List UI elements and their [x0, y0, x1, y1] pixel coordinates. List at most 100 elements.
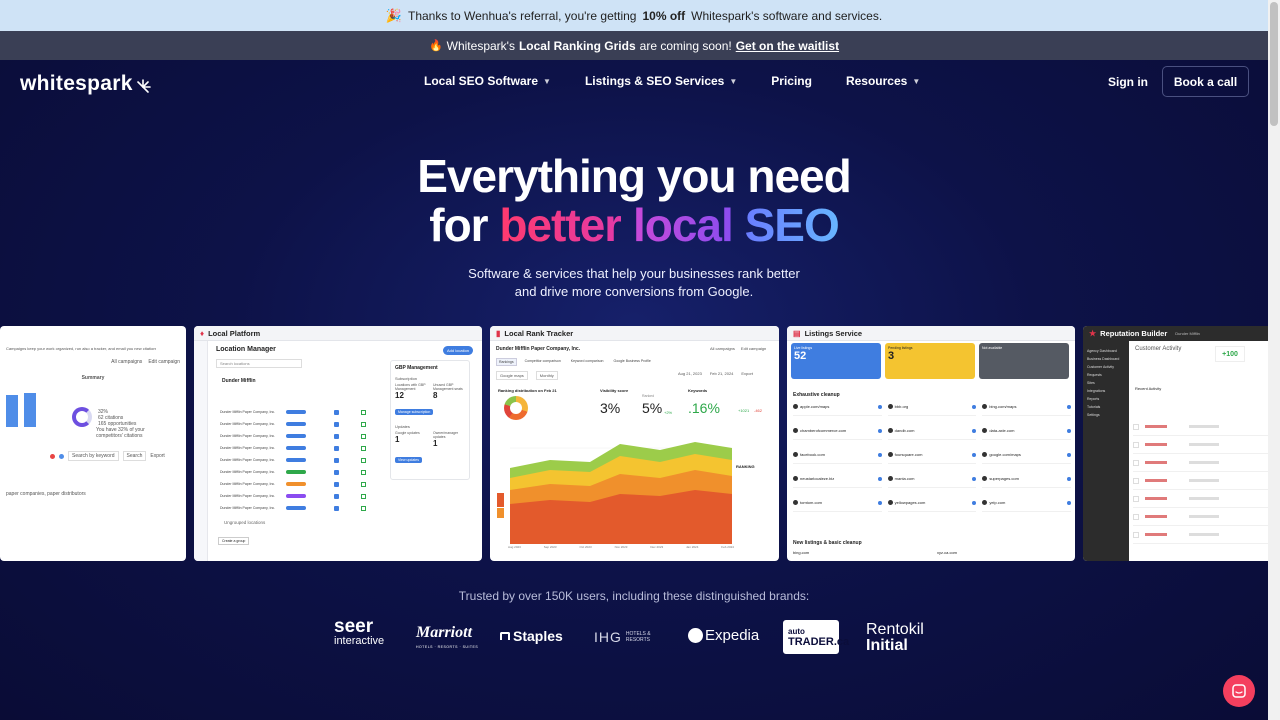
card-rank-tracker[interactable]: ▮ Local Rank Tracker Dunder Mifflin Pape… — [490, 326, 779, 561]
listing-site[interactable]: yelp.com — [982, 500, 1071, 512]
campaign-search-input[interactable]: Search by keyword — [68, 451, 119, 461]
date-to[interactable]: Feb 21, 2024 — [710, 371, 734, 376]
tracker-company[interactable]: Dunder Mifflin Paper Company, Inc. — [496, 346, 580, 352]
location-row[interactable]: Dunder Mifflin Paper Company, Inc. — [220, 442, 370, 454]
listing-site[interactable]: facebook.com — [793, 452, 882, 464]
stat-value: 52 — [794, 350, 807, 362]
activity-name-bar — [1145, 497, 1167, 500]
tracker-tab[interactable]: Competitor comparison — [523, 358, 563, 366]
filter-all-campaigns[interactable]: All campaigns — [710, 346, 735, 351]
status-dot-blue — [59, 453, 64, 459]
sign-in-link[interactable]: Sign in — [1108, 75, 1148, 89]
period-select[interactable]: Monthly — [535, 371, 558, 380]
check-icon — [361, 481, 366, 487]
reputation-nav-item[interactable]: Settings — [1087, 413, 1125, 421]
site-logo-icon — [793, 404, 798, 409]
activity-name-bar — [1145, 515, 1167, 518]
reputation-nav-item[interactable]: Sites — [1087, 381, 1125, 389]
ungrouped-locations[interactable]: Ungrouped locations — [224, 520, 265, 525]
listing-site[interactable]: apple.com/maps — [793, 404, 882, 416]
reputation-nav-item[interactable]: Business Dashboard — [1087, 357, 1125, 365]
reputation-nav-item[interactable]: Requests — [1087, 373, 1125, 381]
book-call-button[interactable]: Book a call — [1162, 66, 1249, 97]
filter-all-campaigns[interactable]: All campaigns — [111, 359, 142, 365]
location-row[interactable]: Dunder Mifflin Paper Company, Inc. — [220, 406, 370, 418]
card-campaigns[interactable]: Campaigns keep your work organized, run … — [0, 326, 186, 561]
listing-site[interactable]: neustarlocaleze.biz — [793, 476, 882, 488]
activity-row[interactable] — [1133, 418, 1268, 436]
location-row[interactable]: Dunder Mifflin Paper Company, Inc. — [220, 466, 370, 478]
reputation-nav-item[interactable]: Integrations — [1087, 389, 1125, 397]
headline-seo: SEO — [744, 199, 840, 251]
listing-site[interactable]: data-axle.com — [982, 428, 1071, 440]
card-listings[interactable]: ▤ Listings Service Live listings 52 Pend… — [787, 326, 1075, 561]
location-rows: Dunder Mifflin Paper Company, Inc. Dunder… — [220, 406, 370, 514]
listing-site[interactable]: bing.com/maps — [982, 404, 1071, 416]
view-updates-button[interactable]: View updates — [395, 457, 422, 463]
reputation-nav-item[interactable]: Customer Activity — [1087, 365, 1125, 373]
nav-item-local-seo-software[interactable]: Local SEO Software ▼ — [424, 74, 551, 88]
location-row[interactable]: Dunder Mifflin Paper Company, Inc. — [220, 478, 370, 490]
listing-site[interactable]: manta.com — [887, 476, 977, 488]
page-scrollbar[interactable] — [1268, 0, 1280, 720]
listing-site[interactable]: google.com/maps — [982, 452, 1071, 464]
location-row[interactable]: Dunder Mifflin Paper Company, Inc. — [220, 502, 370, 514]
tracker-tab[interactable]: Keyword comparison — [569, 358, 606, 366]
site-name: tomtom.com — [800, 500, 823, 505]
location-search-input[interactable]: Search locations — [216, 359, 302, 368]
activity-detail-bar — [1189, 497, 1219, 500]
location-row[interactable]: Dunder Mifflin Paper Company, Inc. — [220, 430, 370, 442]
reputation-nav-item[interactable]: Agency Dashboard — [1087, 349, 1125, 357]
chat-launcher-button[interactable] — [1223, 675, 1255, 707]
whitespark-logo[interactable]: whitespark — [20, 72, 152, 96]
listing-site[interactable]: bbb.org — [887, 404, 977, 416]
add-location-button[interactable]: Add location — [443, 346, 474, 355]
scrollbar-thumb[interactable] — [1270, 2, 1278, 126]
campaign-search-button[interactable]: Search — [122, 451, 147, 461]
activity-row[interactable] — [1133, 436, 1268, 454]
promo-highlight: Local Ranking Grids — [518, 38, 636, 53]
listing-site[interactable]: chamberofcommerce.com — [793, 428, 882, 440]
location-name: Dunder Mifflin Paper Company, Inc. — [220, 494, 276, 498]
create-group-button[interactable]: Create a group — [218, 537, 250, 545]
listing-site[interactable]: superpages.com — [982, 476, 1071, 488]
nav-label: Resources — [845, 74, 908, 88]
location-row[interactable]: Dunder Mifflin Paper Company, Inc. — [220, 490, 370, 502]
tracker-tab[interactable]: Google Business Profile — [611, 358, 652, 366]
activity-row[interactable] — [1133, 526, 1268, 544]
location-name: Dunder Mifflin Paper Company, Inc. — [220, 458, 276, 462]
status-dot-icon — [1066, 452, 1071, 457]
filter-edit-campaign[interactable]: Edit campaign — [148, 359, 180, 365]
listing-site[interactable]: dandb.com — [887, 428, 977, 440]
nav-item-pricing[interactable]: Pricing — [771, 74, 812, 88]
activity-row[interactable] — [1133, 508, 1268, 526]
x-axis-labels: Aug 2023 Sep 2023 Oct 2023 Nov 2023 Dec 2023… — [508, 545, 734, 549]
card-reputation[interactable]: ★ Reputation Builder Dunder Mifflin Agen… — [1083, 326, 1268, 561]
tracker-tab[interactable]: Rankings — [496, 358, 517, 366]
date-from[interactable]: Aug 21, 2023 — [678, 371, 702, 376]
location-row[interactable]: Dunder Mifflin Paper Company, Inc. — [220, 454, 370, 466]
activity-row[interactable] — [1133, 472, 1268, 490]
activity-row[interactable] — [1133, 490, 1268, 508]
status-dot-icon — [877, 476, 882, 481]
nav-item-resources[interactable]: Resources ▼ — [846, 74, 920, 88]
group-dunder-mifflin[interactable]: Dunder Mifflin — [222, 378, 256, 384]
listing-site[interactable]: yellowpages.com — [887, 500, 977, 512]
brand-line: seer — [334, 616, 374, 637]
card-local-platform[interactable]: ♦ Local Platform Location Manager Add lo… — [194, 326, 482, 561]
x-axis-tick-label: Dec 2023 — [650, 545, 664, 549]
check-icon — [361, 421, 366, 427]
source-select[interactable]: Google maps — [496, 371, 528, 380]
manage-subscription-button[interactable]: Manage subscription — [395, 409, 434, 415]
waitlist-link[interactable]: Get on the waitlist — [736, 39, 839, 53]
reputation-nav-item[interactable]: Reports — [1087, 397, 1125, 405]
location-row[interactable]: Dunder Mifflin Paper Company, Inc. — [220, 418, 370, 430]
listing-site[interactable]: tomtom.com — [793, 500, 882, 512]
nav-item-listings-seo-services[interactable]: Listings & SEO Services ▼ — [585, 74, 737, 88]
filter-edit-campaign[interactable]: Edit campaign — [741, 346, 766, 351]
activity-row[interactable] — [1133, 454, 1268, 472]
campaign-export[interactable]: Export — [150, 453, 164, 459]
reputation-nav-item[interactable]: Tutorials — [1087, 405, 1125, 413]
export-button[interactable]: Export — [741, 371, 753, 376]
listing-site[interactable]: foursquare.com — [887, 452, 977, 464]
